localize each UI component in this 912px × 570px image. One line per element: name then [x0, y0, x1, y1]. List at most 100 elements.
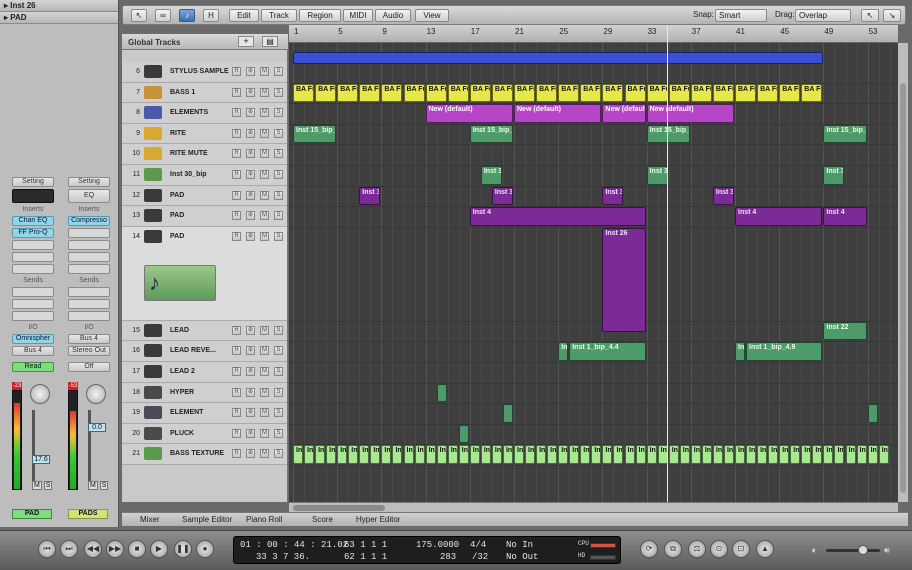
mute-button[interactable]: M: [260, 211, 269, 221]
global-tracks-header[interactable]: Global Tracks + ▤: [122, 34, 288, 50]
region-bass-loop[interactable]: BA Fu: [558, 83, 580, 103]
track-row-20[interactable]: 20 PLUCK R ⊛ M S: [122, 423, 287, 445]
solo-button[interactable]: S: [274, 87, 283, 97]
region-elements-3[interactable]: New (default): [602, 104, 646, 123]
channel-name-pads[interactable]: PADS: [68, 509, 108, 519]
record-enable-button[interactable]: R: [232, 149, 241, 159]
region-bass-texture[interactable]: In: [823, 445, 834, 464]
region-pad12-2[interactable]: Inst 3: [491, 186, 513, 206]
snap-select[interactable]: Smart: [715, 9, 767, 22]
region-bass-texture[interactable]: In: [547, 445, 558, 464]
record-enable-button[interactable]: R: [232, 108, 241, 118]
record-icon[interactable]: ●: [196, 540, 214, 558]
solo-button[interactable]: S: [274, 346, 283, 356]
channel-name-pad[interactable]: PAD: [12, 509, 52, 519]
region-bass-loop[interactable]: BA Fu: [646, 83, 668, 103]
region-bass-texture[interactable]: In: [790, 445, 801, 464]
freeze-button[interactable]: ⊛: [246, 211, 255, 221]
track-row-7[interactable]: 7 BASS 1 R ⊛ M S: [122, 82, 287, 104]
region-bass-loop[interactable]: BA Fu: [491, 83, 513, 103]
go-to-position-icon[interactable]: ⏭: [60, 540, 78, 558]
region-bass-texture[interactable]: In: [414, 445, 425, 464]
region-bass-texture[interactable]: In: [856, 445, 867, 464]
region-bass-loop[interactable]: BA Fu: [403, 83, 425, 103]
add-track-icon[interactable]: +: [238, 36, 254, 47]
region-pluck[interactable]: [458, 424, 469, 444]
track-row-21[interactable]: 21 BASS TEXTURE R ⊛ M S: [122, 444, 287, 465]
track-row-11[interactable]: 11 Inst 30_bip R ⊛ M S: [122, 165, 287, 186]
track-row-6[interactable]: 6 STYLUS SAMPLE R ⊛ M S: [122, 62, 287, 83]
mute-button[interactable]: M: [260, 149, 269, 159]
tab-sample-editor[interactable]: Sample Editor: [182, 515, 232, 524]
mute-button[interactable]: M: [260, 231, 269, 241]
solo-button[interactable]: S: [274, 149, 283, 159]
region-element[interactable]: [502, 404, 513, 423]
track-row-16[interactable]: 16 LEAD REVE... R ⊛ M S: [122, 341, 287, 362]
region-bass-loop[interactable]: BA Fu: [359, 83, 381, 103]
freeze-button[interactable]: ⊛: [246, 346, 255, 356]
region-bass-loop[interactable]: BA Fu: [779, 83, 801, 103]
scroll-thumb[interactable]: [900, 83, 906, 493]
region-bass-texture[interactable]: In: [514, 445, 525, 464]
solo-button[interactable]: S: [274, 325, 283, 335]
region-bass-texture[interactable]: In: [735, 445, 746, 464]
solo-transport-icon[interactable]: ⊙: [710, 540, 728, 558]
vertical-scrollbar[interactable]: [898, 43, 908, 502]
send-slot-2[interactable]: [68, 299, 110, 309]
mute-button[interactable]: M: [88, 481, 98, 490]
region-bass-texture[interactable]: In: [768, 445, 779, 464]
record-enable-button[interactable]: R: [232, 231, 241, 241]
insert-slot-4[interactable]: [68, 252, 110, 262]
solo-button[interactable]: S: [274, 367, 283, 376]
h-button[interactable]: H: [203, 9, 219, 22]
secondary-tool-icon[interactable]: ↘: [883, 9, 901, 22]
record-enable-button[interactable]: R: [232, 449, 241, 459]
insert-slot-4[interactable]: [12, 252, 54, 262]
region-bass-texture[interactable]: In: [878, 445, 889, 464]
insert-slot-5[interactable]: [12, 264, 54, 274]
bar-ruler[interactable]: 1 5 9 13 17 21 25 29 33 37 41 45 49 53: [289, 25, 898, 43]
menu-region[interactable]: Region: [299, 9, 341, 22]
region-bass-texture[interactable]: In: [480, 445, 491, 464]
insert-slot-2[interactable]: FF Pro-Q: [12, 228, 54, 238]
playhead[interactable]: [667, 25, 668, 502]
insert-slot-1[interactable]: Compresso: [68, 216, 110, 226]
region-bass-texture[interactable]: In: [337, 445, 348, 464]
freeze-button[interactable]: ⊛: [246, 128, 255, 138]
track-row-10[interactable]: 10 RITE MUTE R ⊛ M S: [122, 144, 287, 165]
region-rite-4[interactable]: Inst 15_bip_2.3: [823, 124, 867, 144]
region-bass-texture[interactable]: In: [723, 445, 734, 464]
record-enable-button[interactable]: R: [232, 408, 241, 418]
horizontal-scrollbar[interactable]: [289, 502, 898, 512]
record-enable-button[interactable]: R: [232, 428, 241, 438]
input-slot[interactable]: Bus 4: [68, 334, 110, 344]
region-bass-texture[interactable]: In: [502, 445, 513, 464]
region-rite-2[interactable]: Inst 15_bip_2.1: [469, 124, 513, 144]
tab-score[interactable]: Score: [312, 515, 333, 524]
region-element-2[interactable]: [867, 404, 878, 423]
mute-button[interactable]: M: [32, 481, 42, 490]
region-inst30-3[interactable]: Inst 30_l: [823, 166, 845, 185]
solo-button[interactable]: S: [274, 408, 283, 418]
link-icon[interactable]: ∞: [155, 9, 171, 22]
region-bass-texture[interactable]: In: [370, 445, 381, 464]
track-row-13[interactable]: 13 PAD R ⊛ M S: [122, 206, 287, 227]
region-bass-loop[interactable]: BA Fu: [690, 83, 712, 103]
mute-button[interactable]: M: [260, 87, 269, 97]
region-bass-loop[interactable]: BA Fu: [624, 83, 646, 103]
send-slot-2[interactable]: [12, 299, 54, 309]
menu-audio[interactable]: Audio: [375, 9, 411, 22]
track-row-18[interactable]: 18 HYPER R ⊛ M S: [122, 382, 287, 404]
region-bass-texture[interactable]: In: [779, 445, 790, 464]
solo-button[interactable]: S: [274, 231, 283, 241]
solo-button[interactable]: S: [274, 428, 283, 438]
region-bass-texture[interactable]: In: [834, 445, 845, 464]
menu-view[interactable]: View: [415, 9, 449, 22]
region-bass-loop[interactable]: BA Fu: [602, 83, 624, 103]
tuner-icon[interactable]: ⚖: [688, 540, 706, 558]
mute-button[interactable]: M: [260, 449, 269, 459]
cycle-icon[interactable]: ⟳: [640, 540, 658, 558]
region-bass-texture[interactable]: In: [635, 445, 646, 464]
record-enable-button[interactable]: R: [232, 128, 241, 138]
region-bass-loop[interactable]: BA Fu: [712, 83, 734, 103]
